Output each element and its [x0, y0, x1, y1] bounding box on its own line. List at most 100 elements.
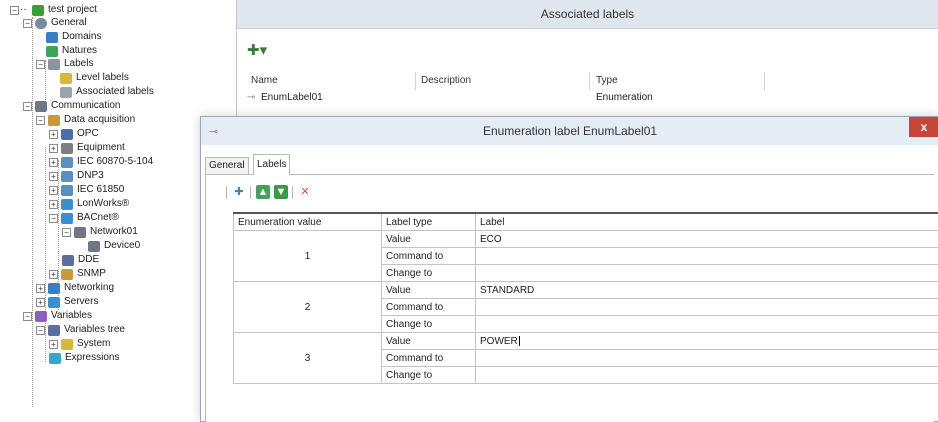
column-header-description[interactable]: Description — [421, 74, 471, 88]
tree-item-label: Labels — [64, 58, 93, 69]
expand-icon[interactable]: + — [49, 144, 58, 153]
tree-item-level-labels[interactable]: Level labels — [60, 71, 129, 85]
label-cell[interactable] — [476, 299, 938, 316]
add-label-dropdown-icon[interactable]: ✚▾ — [247, 41, 271, 61]
grid-header-row: Enumeration value Label type Label — [234, 213, 938, 231]
export-icon[interactable]: ▼ — [274, 185, 288, 199]
tab-general[interactable]: General — [205, 157, 249, 174]
system-folder-icon — [61, 339, 73, 350]
delete-row-icon[interactable]: ✕ — [298, 185, 312, 199]
tree-item-label: Expressions — [65, 352, 119, 363]
label-cell[interactable] — [476, 265, 938, 282]
label-cell[interactable] — [476, 248, 938, 265]
tree-item-label: Equipment — [77, 142, 125, 153]
expand-icon[interactable]: + — [49, 340, 58, 349]
tree-item-label: Variables tree — [64, 324, 125, 335]
tree-item-dde[interactable]: DDE — [62, 253, 99, 267]
column-header-enumeration-value[interactable]: Enumeration value — [234, 213, 382, 231]
expand-icon[interactable]: + — [49, 172, 58, 181]
list-item[interactable]: ⊸ EnumLabel01 Enumeration — [247, 90, 927, 105]
label-cell[interactable] — [476, 350, 938, 367]
tree-item-associated-labels[interactable]: Associated labels — [60, 85, 154, 99]
tab-labels[interactable]: Labels — [253, 154, 290, 175]
iec-61850-icon — [61, 185, 73, 196]
collapse-icon[interactable]: − — [36, 60, 45, 69]
natures-icon — [46, 46, 58, 57]
tree-item-label: DNP3 — [77, 170, 104, 181]
tree-item-label: Domains — [62, 31, 101, 42]
bacnet-icon — [61, 213, 73, 224]
toolbar-separator — [250, 186, 251, 199]
collapse-icon[interactable]: − — [36, 116, 45, 125]
tree-item-natures[interactable]: Natures — [46, 44, 97, 58]
collapse-icon[interactable]: − — [49, 214, 58, 223]
tree-item-label: test project — [48, 4, 97, 15]
enumeration-grid: Enumeration value Label type Label 1 Val… — [233, 212, 938, 384]
collapse-icon[interactable]: − — [23, 19, 32, 28]
tree-item-label: Associated labels — [76, 86, 154, 97]
toolbar-separator — [292, 186, 293, 199]
collapse-icon[interactable]: − — [23, 102, 32, 111]
label-cell[interactable]: STANDARD — [476, 282, 938, 299]
level-labels-icon — [60, 73, 72, 84]
tree-item-label: Servers — [64, 296, 98, 307]
import-icon[interactable]: ▲ — [256, 185, 270, 199]
dnp3-icon — [61, 171, 73, 182]
variables-icon — [35, 311, 47, 322]
tree-guide-line — [45, 147, 46, 362]
tree-item-label: Natures — [62, 45, 97, 56]
column-header-label-type[interactable]: Label type — [382, 213, 476, 231]
tree-item-label: Communication — [51, 100, 120, 111]
label-cell-value: POWER — [480, 336, 518, 347]
label-cell-editing[interactable]: POWER — [476, 333, 938, 350]
tree-item-domains[interactable]: Domains — [46, 30, 101, 44]
tree-item-label: Networking — [64, 282, 114, 293]
enumeration-label-dialog: ⊸ Enumeration label EnumLabel01 x Genera… — [200, 116, 938, 422]
tree-connector-icon: ·· — [20, 3, 27, 17]
collapse-icon[interactable]: − — [10, 6, 19, 15]
expand-icon[interactable]: + — [49, 158, 58, 167]
enumeration-value-cell[interactable]: 2 — [234, 282, 382, 333]
data-acquisition-icon — [48, 115, 60, 126]
dialog-titlebar[interactable]: ⊸ Enumeration label EnumLabel01 x — [201, 117, 938, 145]
expand-icon[interactable]: + — [36, 284, 45, 293]
label-cell[interactable] — [476, 367, 938, 384]
associated-labels-icon — [60, 87, 72, 98]
label-cell[interactable] — [476, 316, 938, 333]
expand-icon[interactable]: + — [49, 186, 58, 195]
collapse-icon[interactable]: − — [23, 312, 32, 321]
domains-icon — [46, 32, 58, 43]
column-separator — [764, 72, 765, 90]
label-type-cell: Value — [382, 333, 476, 350]
tree-item-label: SNMP — [77, 268, 106, 279]
expand-icon[interactable]: + — [49, 270, 58, 279]
expand-icon[interactable]: + — [49, 130, 58, 139]
panel-toolbar: ✚▾ — [237, 29, 938, 69]
communication-icon — [35, 101, 47, 112]
table-row[interactable]: 1 Value ECO — [234, 231, 938, 248]
network-icon — [74, 227, 86, 238]
tree-guide-line — [32, 17, 33, 407]
device-icon — [88, 241, 100, 252]
label-cell[interactable]: ECO — [476, 231, 938, 248]
column-header-name[interactable]: Name — [251, 74, 278, 88]
expand-icon[interactable]: + — [36, 298, 45, 307]
enumeration-value-cell[interactable]: 1 — [234, 231, 382, 282]
table-row[interactable]: 3 Value POWER — [234, 333, 938, 350]
close-button[interactable]: x — [909, 117, 938, 137]
tree-item-label: Level labels — [76, 72, 129, 83]
enumeration-value-cell[interactable]: 3 — [234, 333, 382, 384]
column-header-label[interactable]: Label — [476, 213, 938, 231]
tree-item-label: LonWorks® — [77, 198, 129, 209]
tree-item-device0[interactable]: Device0 — [88, 239, 140, 253]
column-separator — [589, 72, 590, 90]
collapse-icon[interactable]: − — [62, 228, 71, 237]
servers-icon — [48, 297, 60, 308]
expand-icon[interactable]: + — [49, 200, 58, 209]
collapse-icon[interactable]: − — [36, 326, 45, 335]
column-header-type[interactable]: Type — [596, 74, 618, 88]
table-row[interactable]: 2 Value STANDARD — [234, 282, 938, 299]
add-row-icon[interactable]: ✚ — [232, 185, 246, 199]
tree-item-expressions[interactable]: Expressions — [49, 351, 119, 365]
lonworks-icon — [61, 199, 73, 210]
